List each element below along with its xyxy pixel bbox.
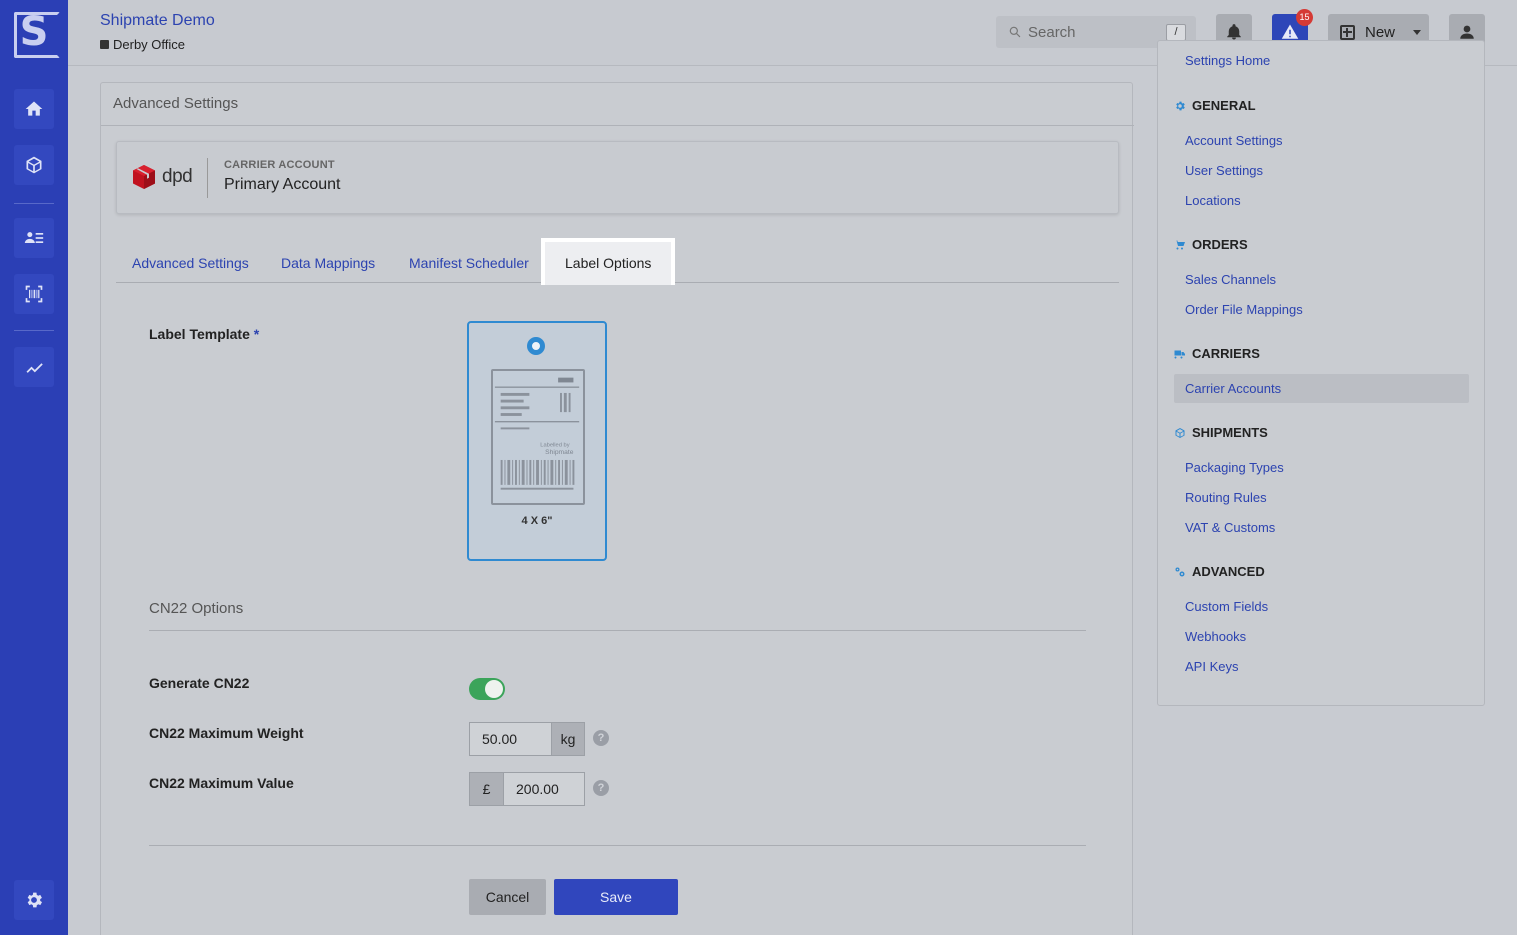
label-template-label: Label Template * (149, 326, 259, 342)
help-icon[interactable]: ? (593, 730, 609, 746)
shipping-label-preview-icon: Labelled by Shipmate (491, 369, 585, 505)
nav-section-title: ORDERS (1192, 237, 1248, 252)
search-shortcut-key: / (1166, 24, 1186, 41)
rail-divider (14, 330, 54, 331)
nav-account-settings[interactable]: Account Settings (1185, 133, 1283, 148)
search-icon (1009, 26, 1021, 38)
carrier-account-label: CARRIER ACCOUNT (224, 159, 335, 171)
nav-routing-rules[interactable]: Routing Rules (1185, 490, 1267, 505)
alerts-count-badge: 15 (1296, 9, 1313, 26)
carrier-divider (207, 158, 208, 198)
save-button[interactable]: Save (554, 879, 678, 915)
account-name[interactable]: Shipmate Demo (100, 12, 215, 30)
max-value-label: CN22 Maximum Value (149, 775, 294, 791)
nav-user-settings[interactable]: User Settings (1185, 163, 1263, 178)
truck-icon (1174, 350, 1185, 359)
nav-vat-customs[interactable]: VAT & Customs (1185, 520, 1275, 535)
card-divider (101, 125, 1134, 126)
nav-custom-fields[interactable]: Custom Fields (1185, 599, 1268, 614)
nav-webhooks[interactable]: Webhooks (1185, 629, 1246, 644)
dpd-logo-icon (133, 165, 155, 189)
nav-api-keys[interactable]: API Keys (1185, 659, 1238, 674)
carrier-account-panel: dpd CARRIER ACCOUNT Primary Account (116, 141, 1119, 214)
cancel-button[interactable]: Cancel (469, 879, 546, 915)
generate-cn22-label: Generate CN22 (149, 675, 250, 691)
gears-icon (1175, 567, 1185, 576)
template-caption: 4 X 6" (521, 515, 553, 527)
plus-square-icon (1340, 24, 1355, 40)
gear-icon (1176, 101, 1185, 110)
nav-section-advanced: ADVANCED (1174, 564, 1265, 579)
warning-triangle-icon (1281, 24, 1299, 39)
form-footer-divider (149, 845, 1086, 846)
tab-manifest-scheduler[interactable]: Manifest Scheduler (409, 240, 529, 283)
settings-nav: Settings Home GENERAL Account Settings U… (1157, 40, 1485, 706)
package-icon[interactable] (14, 145, 54, 185)
card-title: Advanced Settings (113, 95, 239, 112)
chevron-down-icon (1413, 29, 1422, 35)
shipmate-logo-icon[interactable]: S (12, 10, 60, 58)
nav-section-title: ADVANCED (1192, 564, 1265, 579)
nav-section-title: SHIPMENTS (1192, 425, 1268, 440)
tab-label-options[interactable]: Label Options (541, 238, 676, 285)
nav-order-file-mappings[interactable]: Order File Mappings (1185, 302, 1303, 317)
contacts-list-icon[interactable] (14, 218, 54, 258)
currency-addon: £ (469, 772, 504, 806)
nav-section-title: GENERAL (1192, 98, 1256, 113)
cn22-section-title: CN22 Options (149, 600, 244, 617)
template-print-text-2: Shipmate (545, 449, 574, 456)
nav-carrier-accounts[interactable]: Carrier Accounts (1174, 374, 1469, 403)
nav-packaging-types[interactable]: Packaging Types (1185, 460, 1284, 475)
section-divider (149, 630, 1086, 631)
tab-advanced-settings[interactable]: Advanced Settings (132, 240, 249, 283)
template-print-text-1: Labelled by (540, 443, 569, 449)
rail-divider (14, 203, 54, 204)
barcode-scan-icon[interactable] (14, 274, 54, 314)
nav-section-title: CARRIERS (1192, 346, 1260, 361)
settings-home-link[interactable]: Settings Home (1185, 53, 1270, 68)
bell-icon (1227, 24, 1241, 40)
nav-locations[interactable]: Locations (1185, 193, 1241, 208)
left-rail: S (0, 0, 68, 935)
search-input[interactable] (1028, 22, 1158, 42)
generate-cn22-toggle[interactable] (469, 678, 505, 700)
settings-tabs: Advanced Settings Data Mappings Manifest… (116, 238, 1119, 285)
label-template-text: Label Template (149, 326, 250, 342)
carrier-account-name: Primary Account (224, 176, 341, 193)
carrier-logo-text: dpd (162, 166, 193, 187)
weight-unit-addon: kg (551, 722, 585, 756)
settings-card: Advanced Settings dpd CARRIER ACCOUNT Pr… (100, 82, 1134, 935)
nav-section-orders: ORDERS (1174, 237, 1248, 252)
home-icon[interactable] (14, 89, 54, 129)
required-marker: * (253, 326, 260, 342)
settings-gear-icon[interactable] (14, 880, 54, 920)
office-icon (100, 40, 109, 49)
office-selector[interactable]: Derby Office (100, 37, 185, 52)
help-icon[interactable]: ? (593, 780, 609, 796)
user-icon (1460, 25, 1474, 39)
template-radio[interactable] (527, 337, 545, 355)
nav-sales-channels[interactable]: Sales Channels (1185, 272, 1276, 287)
analytics-chart-icon[interactable] (14, 347, 54, 387)
label-template-option-4x6[interactable]: Labelled by Shipmate 4 X 6" (467, 321, 607, 561)
nav-section-carriers: CARRIERS (1174, 346, 1260, 361)
new-button-label: New (1365, 23, 1396, 41)
max-weight-label: CN22 Maximum Weight (149, 725, 304, 741)
max-weight-input[interactable]: 50.00 (469, 722, 552, 756)
tab-data-mappings[interactable]: Data Mappings (281, 240, 375, 283)
nav-section-general: GENERAL (1174, 98, 1256, 113)
max-value-input[interactable]: 200.00 (503, 772, 585, 806)
nav-section-shipments: SHIPMENTS (1174, 425, 1268, 440)
toggle-knob (485, 680, 503, 698)
box-icon (1175, 427, 1185, 438)
office-name: Derby Office (113, 37, 186, 52)
cart-icon (1175, 240, 1185, 250)
